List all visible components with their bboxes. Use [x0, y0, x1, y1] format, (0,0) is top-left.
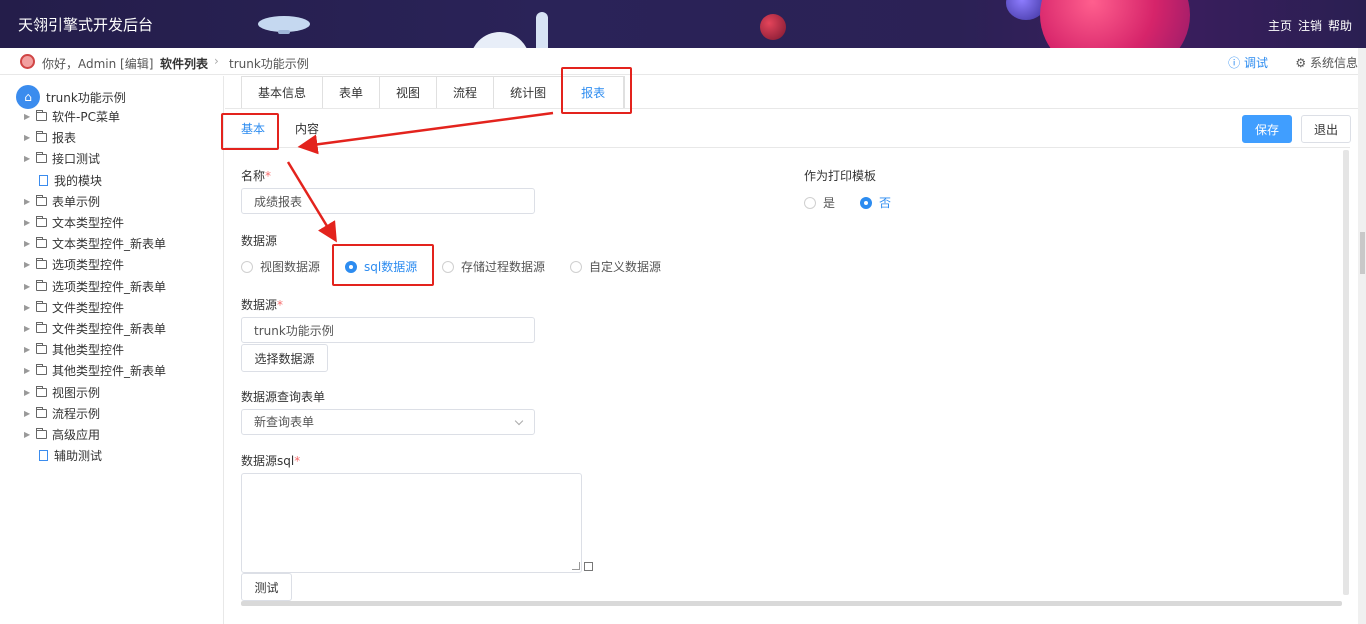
annotation-arrow [286, 161, 337, 243]
annotation-arrow [297, 111, 554, 155]
annotation-arrows [286, 111, 554, 243]
